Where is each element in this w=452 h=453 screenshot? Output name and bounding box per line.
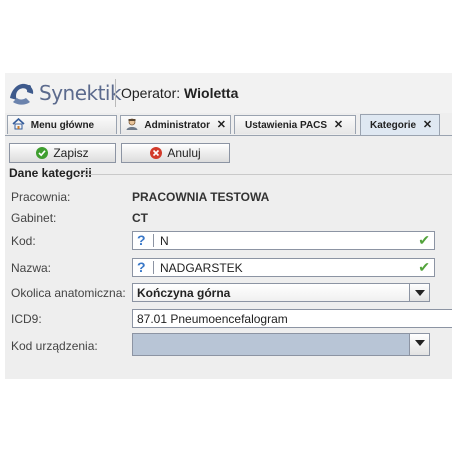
close-icon[interactable]: ✕ (334, 119, 343, 131)
tab-kategorie[interactable]: Kategorie ✕ (360, 114, 440, 135)
tab-ustawienia-pacs[interactable]: Ustawienia PACS ✕ (234, 115, 356, 134)
tab-menu-glowne[interactable]: Menu główne (7, 115, 117, 134)
kod-value: N (160, 234, 169, 248)
check-circle-icon (36, 147, 49, 159)
cancel-button[interactable]: Anuluj (121, 143, 230, 163)
icd9-field[interactable]: 87.01 Pneumoencefalogram (132, 309, 452, 328)
tab-administrator[interactable]: Administrator ✕ (120, 115, 231, 134)
tab-label: Administrator (144, 120, 210, 131)
chevron-down-icon[interactable] (409, 334, 429, 355)
section-divider (77, 174, 452, 175)
field-divider (153, 261, 154, 274)
operator-info: Operator: Wioletta (121, 85, 238, 101)
app-window: Synektik Operator: Wioletta Menu główne … (5, 73, 452, 379)
save-button-label: Zapisz (53, 146, 89, 160)
cancel-circle-icon (150, 147, 163, 159)
synektik-logo-icon (10, 83, 34, 105)
pracownia-label: Pracownia: (11, 190, 71, 204)
tab-bar: Menu główne Administrator ✕ Ustawienia P… (5, 114, 452, 136)
close-icon[interactable]: ✕ (423, 119, 432, 131)
okolica-label: Okolica anatomiczna: (11, 286, 126, 300)
section-title: Dane kategorii (9, 166, 92, 180)
help-icon[interactable]: ? (137, 232, 146, 248)
icd9-label: ICD9: (11, 312, 42, 326)
nazwa-label: Nazwa: (11, 261, 52, 275)
nazwa-field[interactable]: ? NADGARSTEK ✔ (132, 258, 435, 277)
user-icon (126, 118, 138, 130)
tab-label: Menu główne (30, 120, 95, 131)
operator-label: Operator: (121, 85, 181, 101)
kod-field[interactable]: ? N ✔ (132, 231, 435, 250)
chevron-down-icon[interactable] (409, 284, 429, 301)
gabinet-value: CT (132, 211, 148, 225)
kod-urzadzenia-label: Kod urządzenia: (11, 339, 98, 353)
kod-label: Kod: (11, 234, 36, 248)
header-divider (115, 79, 116, 107)
okolica-select[interactable]: Kończyna górna (132, 283, 430, 302)
operator-name: Wioletta (184, 85, 239, 101)
valid-check-icon: ✔ (418, 232, 430, 248)
okolica-value: Kończyna górna (137, 286, 231, 300)
help-icon[interactable]: ? (137, 259, 146, 275)
save-button[interactable]: Zapisz (9, 143, 116, 163)
brand-name: Synektik (39, 81, 122, 105)
cancel-button-label: Anuluj (167, 146, 201, 160)
field-divider (153, 234, 154, 247)
icd9-value: 87.01 Pneumoencefalogram (137, 312, 288, 326)
app-header: Synektik Operator: Wioletta (5, 73, 452, 113)
kod-urzadzenia-select[interactable] (132, 333, 430, 356)
nazwa-value: NADGARSTEK (160, 261, 243, 275)
valid-check-icon: ✔ (418, 259, 430, 275)
pracownia-value: PRACOWNIA TESTOWA (132, 190, 270, 204)
tab-label: Kategorie (370, 120, 417, 131)
tab-label: Ustawienia PACS (245, 120, 328, 131)
gabinet-label: Gabinet: (11, 211, 57, 225)
close-icon[interactable]: ✕ (217, 119, 226, 131)
home-icon (12, 118, 25, 130)
